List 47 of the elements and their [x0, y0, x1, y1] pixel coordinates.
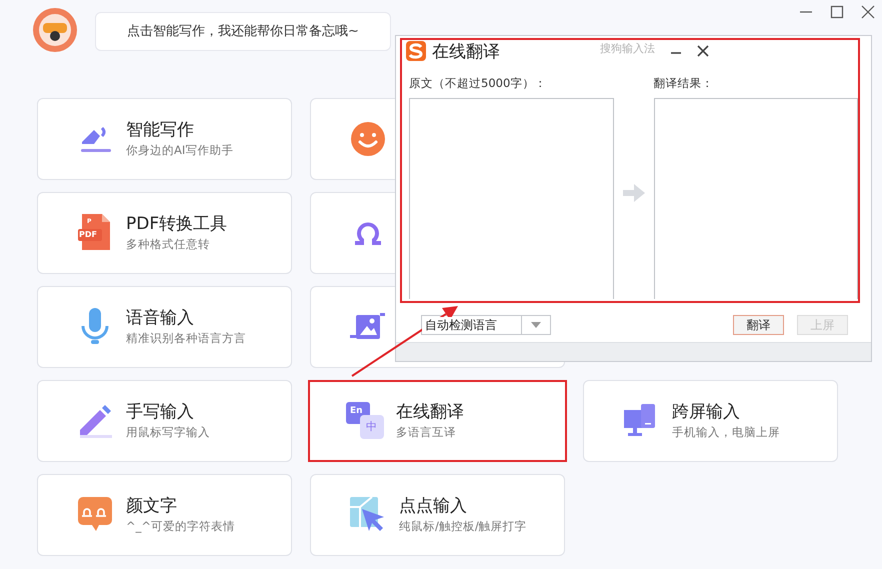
feature-description: 用鼠标写字输入 — [126, 424, 210, 441]
assistant-message: 点击智能写作，我还能帮你日常备忘哦~ — [127, 23, 359, 40]
feature-description: 手机输入，电脑上屏 — [672, 424, 780, 441]
brand-label: 搜狗输入法 — [600, 41, 655, 56]
feature-description: 精准识别各种语言方言 — [126, 330, 246, 347]
maximize-icon[interactable] — [830, 5, 844, 19]
pointer-icon — [350, 497, 386, 533]
feature-card[interactable]: 跨屏输入 手机输入，电脑上屏 — [583, 380, 838, 462]
feature-card[interactable]: 颜文字 ^_^可爱的字符表情 — [37, 474, 292, 556]
language-dropdown[interactable]: 自动检测语言 — [421, 315, 551, 335]
kaomoji-bubble-icon — [78, 497, 112, 533]
microphone-icon — [80, 308, 110, 346]
feature-description: 纯鼠标/触控板/触屏打字 — [399, 518, 527, 535]
feature-card[interactable]: 语音输入 精准识别各种语言方言 — [37, 286, 292, 368]
logo-icon — [406, 41, 426, 61]
feature-title: 语音输入 — [126, 307, 195, 329]
translate-icon — [346, 402, 384, 440]
feature-title: 在线翻译 — [396, 401, 464, 423]
feature-description: 多种格式任意转 — [126, 236, 211, 253]
feature-card[interactable]: En 中 在线翻译 多语言互译 — [308, 380, 567, 462]
feature-title: 点点输入 — [399, 495, 468, 517]
feature-title: 跨屏输入 — [672, 401, 741, 423]
arrow-right-icon — [622, 184, 644, 202]
assistant-avatar[interactable] — [33, 8, 77, 52]
pencil-icon — [77, 404, 113, 438]
source-label: 原文（不超过5000字）： — [409, 76, 548, 92]
feature-card[interactable]: 点点输入 纯鼠标/触控板/触屏打字 — [310, 474, 565, 556]
feature-card[interactable]: 智能写作 你身边的AI写作助手 — [37, 98, 292, 180]
pdf-file-icon — [78, 214, 112, 252]
monitor-phone-icon — [624, 404, 658, 438]
icon-label: En — [350, 407, 363, 416]
close-icon[interactable] — [861, 5, 875, 19]
feature-title: 手写输入 — [126, 401, 195, 423]
translate-button[interactable]: 翻译 — [733, 315, 784, 335]
icon-label: PDF — [79, 231, 97, 239]
close-icon[interactable] — [697, 45, 709, 57]
feature-description: ^_^可爱的字符表情 — [126, 518, 236, 535]
feature-title: 颜文字 — [126, 495, 178, 517]
feature-title: 智能写作 — [126, 119, 195, 141]
feature-description: 你身边的AI写作助手 — [126, 142, 234, 159]
result-label: 翻译结果： — [654, 76, 714, 92]
icon-label: 中 — [366, 421, 377, 432]
feature-card[interactable]: 手写输入 用鼠标写字输入 — [37, 380, 292, 462]
feature-title: PDF转换工具 — [126, 213, 228, 235]
feature-description: 多语言互译 — [396, 424, 457, 441]
smiley-icon — [351, 122, 385, 156]
window-title: 在线翻译 — [432, 40, 500, 62]
